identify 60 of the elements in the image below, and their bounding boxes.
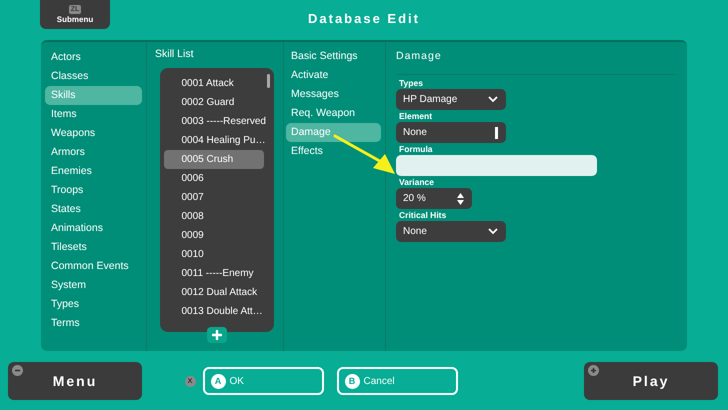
category-item[interactable]: System [45,276,142,295]
tab[interactable]: Req. Weapon [286,104,381,123]
tab[interactable]: Damage [286,123,381,142]
plus-circle-icon [588,365,599,376]
skill-item[interactable]: 0010 [164,245,264,264]
picker-field[interactable]: None [396,122,506,143]
field-label: Variance [398,177,435,188]
category-item[interactable]: States [45,200,142,219]
category-item[interactable]: Types [45,295,142,314]
category-item[interactable]: Weapons [45,124,142,143]
field-label: Types [398,78,424,89]
skill-item[interactable]: 0009 [164,226,264,245]
field-label: Element [398,111,434,122]
category-item[interactable]: Skills [45,86,142,105]
scrollbar-thumb[interactable] [266,74,270,88]
skill-item[interactable]: 0008 [164,207,264,226]
category-item[interactable]: Tilesets [45,238,142,257]
dropdown[interactable]: None [396,221,506,242]
chevron-down-icon [488,96,498,103]
category-item[interactable]: Items [45,105,142,124]
screen-title: Database Edit [308,11,420,28]
bar-icon [495,126,498,138]
action-button[interactable]: B Cancel [336,367,458,395]
skill-item[interactable]: 0004 Healing Pu… [164,131,264,150]
number-spinner[interactable]: 20 % [396,188,472,209]
skill-item[interactable]: 0012 Dual Attack [164,283,264,302]
skill-item[interactable]: 0002 Guard [164,93,264,112]
skill-item[interactable]: 0007 [164,188,264,207]
category-item[interactable]: Terms [45,314,142,333]
category-item[interactable]: Actors [45,48,142,67]
skill-item[interactable]: 0005 Crush [164,150,264,169]
minus-icon [12,365,23,376]
skill-item[interactable]: 0013 Double Att… [164,302,264,321]
skill-item[interactable]: 0006 [164,169,264,188]
column-title: Skill List [155,47,194,62]
category-item[interactable]: Classes [45,67,142,86]
tab[interactable]: Effects [286,142,381,161]
category-item[interactable]: Common Events [45,257,142,276]
category-item[interactable]: Troops [45,181,142,200]
stepper-icon [457,192,464,204]
formula-field[interactable] [396,155,597,176]
plus-icon [212,330,222,340]
dropdown[interactable]: HP Damage [396,89,506,110]
add-button[interactable] [206,327,226,343]
field-label: Critical Hits [398,210,448,221]
section-title: Damage [396,50,677,75]
category-item[interactable]: Armors [45,143,142,162]
skill-item[interactable]: 0001 Attack [164,74,264,93]
menu-button[interactable]: Menu [8,362,142,400]
skill-item[interactable]: 0003 -----Reserved [164,112,264,131]
action-button[interactable]: A OK [202,367,324,395]
category-item[interactable]: Enemies [45,162,142,181]
skill-item[interactable]: 0011 -----Enemy [164,264,264,283]
play-button[interactable]: Play [584,362,718,400]
category-item[interactable]: Animations [45,219,142,238]
field-label: Formula [398,144,434,155]
tab[interactable]: Basic Settings [286,47,381,66]
tab[interactable]: Messages [286,85,381,104]
tab[interactable]: Activate [286,66,381,85]
chevron-down-icon [488,228,498,235]
